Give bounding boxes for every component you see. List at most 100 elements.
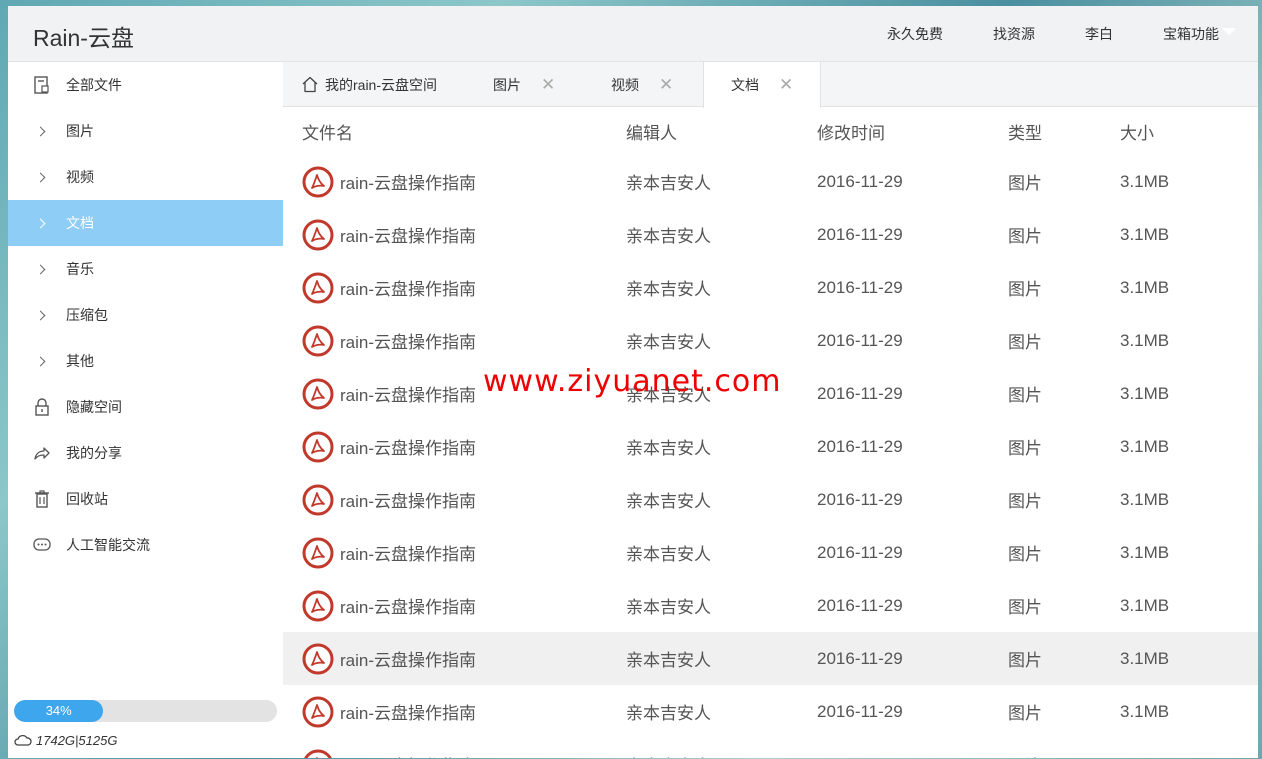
sidebar-item-recycle-bin[interactable]: 回收站 [8,476,283,522]
lock-icon [32,397,52,417]
file-name: rain-云盘操作指南 [340,227,477,246]
tab-label: 图片 [493,76,521,93]
top-nav: 永久免费 找资源 李白 宝箱功能 [887,6,1258,62]
editor-cell: 亲本吉安人 [626,280,711,299]
editor-cell: 亲本吉安人 [626,174,711,193]
nav-treasure[interactable]: 宝箱功能 [1163,24,1236,44]
sidebar-item-archives[interactable]: 压缩包 [8,292,283,338]
sidebar-item-all-files[interactable]: 全部文件 [8,62,283,108]
sidebar-item-label: 回收站 [66,491,108,507]
sidebar-item-label: 其他 [66,353,94,369]
column-header-modified[interactable]: 修改时间 [817,119,1008,144]
file-name: rain-云盘操作指南 [340,545,477,564]
caret-down-icon [1222,27,1236,35]
type-cell: 图片 [1008,492,1042,511]
column-header-type[interactable]: 类型 [1008,119,1120,144]
sidebar: 全部文件 图片 视频 文档 音乐 压缩包 其他 隐藏空间 我的分享 回收站 人工… [8,62,283,758]
chevron-right-icon [32,259,52,279]
file-name-cell[interactable]: rain-云盘操作指南 [283,643,626,675]
nav-find-resources[interactable]: 找资源 [993,24,1035,44]
nav-free[interactable]: 永久免费 [887,24,943,44]
size-cell: 3.1MB [1120,383,1170,403]
type-cell: 图片 [1008,386,1042,405]
table-row[interactable]: rain-云盘操作指南亲本吉安人2016-11-29图片3.1MB [283,420,1258,473]
file-name: rain-云盘操作指南 [340,280,477,299]
size-cell: 3.1MB [1120,277,1170,297]
sidebar-item-hidden-space[interactable]: 隐藏空间 [8,384,283,430]
storage-usage-text: 1742G|5125G [36,732,118,748]
sidebar-item-label: 视频 [66,169,94,185]
sidebar-item-label: 文档 [66,215,94,231]
brand-logo: Rain-云盘 [33,25,134,51]
size-cell: 3.1MB [1120,542,1170,562]
size-cell: 3.1MB [1120,755,1240,759]
file-name-cell[interactable]: rain-云盘操作指南 [283,696,626,728]
column-header-name[interactable]: 文件名 [283,119,626,144]
modified-cell: 2016-11-29 [817,755,1008,759]
tab-home-label: 我的rain-云盘空间 [325,76,438,93]
tab-images[interactable]: 图片 ✕ [493,62,555,107]
pdf-file-icon [302,590,334,622]
pdf-file-icon [302,272,334,304]
size-cell: 3.1MB [1120,171,1170,191]
file-name-cell[interactable]: rain-云盘操作指南 [283,272,626,304]
share-icon [32,443,52,463]
tab-home[interactable]: 我的rain-云盘空间 [283,62,473,107]
file-name: rain-云盘操作指南 [340,704,477,723]
sidebar-item-images[interactable]: 图片 [8,108,283,154]
column-header-editor[interactable]: 编辑人 [626,119,817,144]
type-cell: 图片 [1008,545,1042,564]
editor-cell: 亲本吉安人 [626,651,711,670]
table-row[interactable]: rain-云盘操作指南亲本吉安人2016-11-29图片3.1MB [283,155,1258,208]
column-header-size[interactable]: 大小 [1120,119,1240,144]
document-icon [32,75,52,95]
close-icon[interactable]: ✕ [659,75,673,95]
editor-cell: 亲本吉安人 [626,598,711,617]
table-row[interactable]: rain-云盘操作指南亲本吉安人2016-11-29图片3.1MB [283,738,1258,758]
tab-label: 视频 [611,76,639,93]
table-row[interactable]: rain-云盘操作指南亲本吉安人2016-11-29图片3.1MB [283,632,1258,685]
tab-label: 文档 [731,77,759,93]
storage-progress-bar: 34% [14,700,277,722]
file-name-cell[interactable]: rain-云盘操作指南 [283,166,626,198]
file-name: rain-云盘操作指南 [340,174,477,193]
close-icon[interactable]: ✕ [541,75,555,95]
sidebar-item-documents[interactable]: 文档 [8,200,283,246]
file-name: rain-云盘操作指南 [340,651,477,670]
storage-panel: 34% 1742G|5125G [14,700,277,748]
size-cell: 3.1MB [1120,330,1170,350]
sidebar-item-videos[interactable]: 视频 [8,154,283,200]
table-row[interactable]: rain-云盘操作指南亲本吉安人2016-11-29图片3.1MB [283,526,1258,579]
sidebar-item-other[interactable]: 其他 [8,338,283,384]
sidebar-item-music[interactable]: 音乐 [8,246,283,292]
table-row[interactable]: rain-云盘操作指南亲本吉安人2016-11-29图片3.1MB [283,473,1258,526]
table-row[interactable]: rain-云盘操作指南亲本吉安人2016-11-29图片3.1MB [283,314,1258,367]
table-row[interactable]: rain-云盘操作指南亲本吉安人2016-11-29图片3.1MB [283,208,1258,261]
file-name-cell[interactable]: rain-云盘操作指南 [283,431,626,463]
tab-videos[interactable]: 视频 ✕ [611,62,673,107]
pdf-file-icon [302,643,334,675]
file-name: rain-云盘操作指南 [340,386,477,405]
editor-cell: 亲本吉安人 [626,752,817,758]
table-row[interactable]: rain-云盘操作指南亲本吉安人2016-11-29图片3.1MB [283,261,1258,314]
tab-documents[interactable]: 文档 ✕ [703,62,821,108]
file-list: rain-云盘操作指南 亲本吉安人 2016-11-29 图片 3.1MB rain-云盘… [283,155,1258,758]
file-name-cell[interactable]: rain-云盘操作指南 [283,484,626,516]
file-name-cell[interactable]: rain-云盘操作指南 [283,219,626,251]
sidebar-item-label: 音乐 [66,261,94,277]
file-name-cell[interactable]: rain-云盘操作指南 [283,749,626,758]
tab-bar: 我的rain-云盘空间 图片 ✕ 视频 ✕ 文档 ✕ [283,62,1258,108]
file-name-cell[interactable]: rain-云盘操作指南 [283,590,626,622]
close-icon[interactable]: ✕ [779,75,793,95]
sidebar-item-my-shares[interactable]: 我的分享 [8,430,283,476]
nav-user[interactable]: 李白 [1085,24,1113,44]
pdf-file-icon [302,431,334,463]
file-name-cell[interactable]: rain-云盘操作指南 [283,325,626,357]
table-row[interactable]: rain-云盘操作指南亲本吉安人2016-11-29图片3.1MB [283,685,1258,738]
sidebar-item-label: 压缩包 [66,307,108,323]
file-name-cell[interactable]: rain-云盘操作指南 [283,537,626,569]
sidebar-item-ai-chat[interactable]: 人工智能交流 [8,522,283,568]
modified-cell: 2016-11-29 [817,701,903,721]
table-row[interactable]: rain-云盘操作指南亲本吉安人2016-11-29图片3.1MB [283,579,1258,632]
pdf-file-icon [302,484,334,516]
